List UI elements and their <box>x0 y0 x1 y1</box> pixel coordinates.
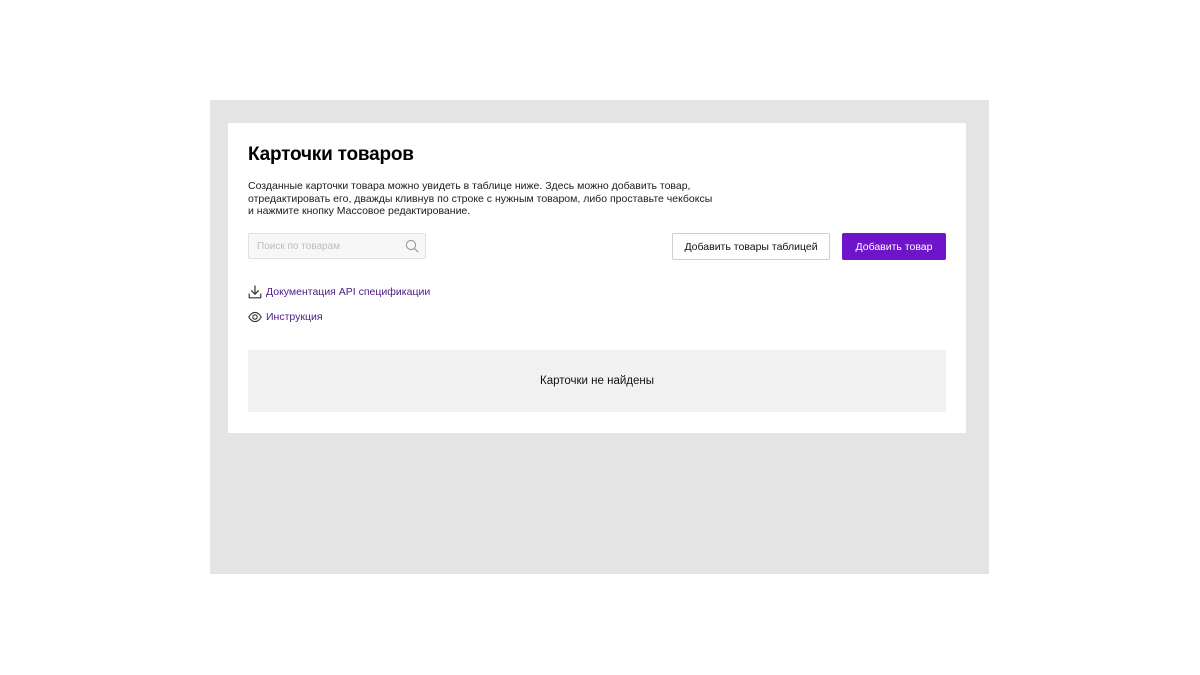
page-description: Созданные карточки товара можно увидеть … <box>248 180 713 218</box>
page-title: Карточки товаров <box>248 144 414 165</box>
eye-icon <box>248 311 262 323</box>
empty-state: Карточки не найдены <box>248 350 946 412</box>
search-box[interactable] <box>248 233 426 259</box>
product-cards-panel: Карточки товаров Созданные карточки това… <box>228 123 966 433</box>
api-docs-label: Документация API спецификации <box>266 286 431 298</box>
download-icon <box>248 285 262 299</box>
search-input[interactable] <box>249 234 407 258</box>
page-frame: Карточки товаров Созданные карточки това… <box>210 100 989 574</box>
empty-state-message: Карточки не найдены <box>540 375 654 387</box>
add-product-button[interactable]: Добавить товар <box>842 233 946 260</box>
api-docs-link[interactable]: Документация API спецификации <box>248 284 430 300</box>
search-icon[interactable] <box>405 239 419 253</box>
add-products-table-button[interactable]: Добавить товары таблицей <box>672 233 830 260</box>
instructions-link[interactable]: Инструкция <box>248 309 323 325</box>
instructions-label: Инструкция <box>266 311 323 323</box>
